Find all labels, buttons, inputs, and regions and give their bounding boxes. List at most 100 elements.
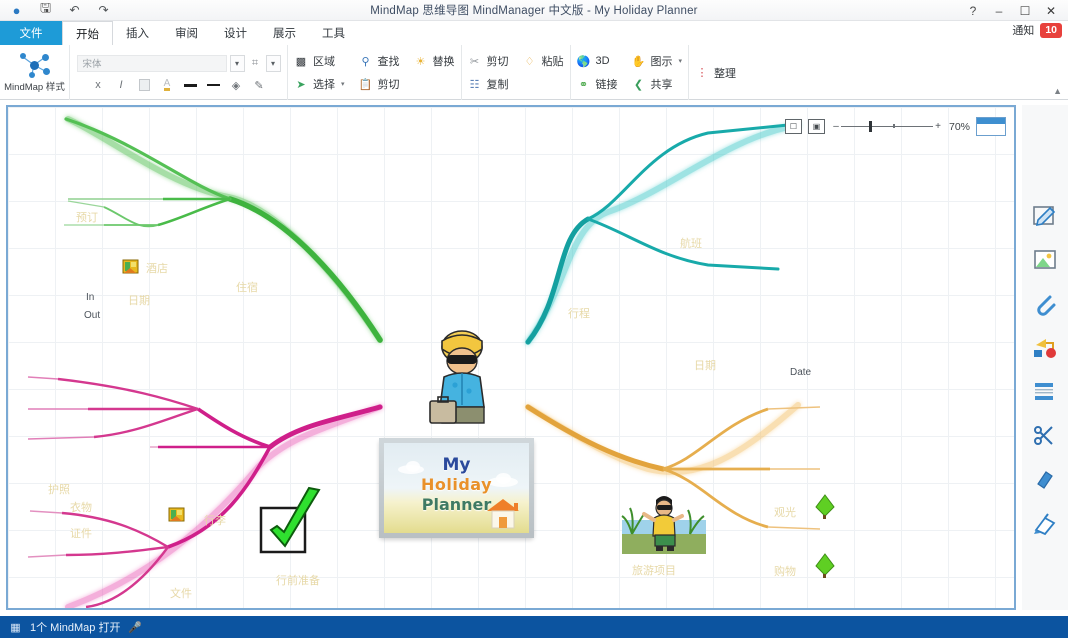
checkmark-icon[interactable] — [257, 486, 327, 556]
cmd-select[interactable]: ➤ 选择 ▾ — [294, 76, 344, 92]
sidebar-item-edit[interactable] — [1030, 203, 1060, 229]
share-icon: ❮ — [633, 78, 644, 91]
zoom-slider-track[interactable] — [840, 121, 933, 132]
mindmap-canvas[interactable]: 住宿 酒店 日期 In Out 预订 行程 航班 日期 Date 行前准备 行李… — [6, 105, 1016, 610]
microphone-icon[interactable]: 🎤 — [127, 620, 142, 634]
window-title: MindMap 思维导图 MindManager 中文版 - My Holida… — [370, 5, 698, 17]
ribbon-group-font: 宋体 ▾ ⌗ ▾ x I A ◈ ✎ — [70, 45, 288, 100]
font-name-input[interactable]: 宋体 — [76, 54, 227, 72]
node-label-orange-main[interactable]: 旅游项目 — [632, 562, 676, 578]
ribbon: MindMap 样式 宋体 ▾ ⌗ ▾ x I A ◈ ✎ ▩ 区域 ⚲ 查找 … — [0, 45, 1068, 100]
node-label-documents[interactable]: 证件 — [70, 525, 92, 541]
node-label-teal-date[interactable]: 日期 — [694, 357, 716, 373]
tab-present[interactable]: 展示 — [260, 21, 309, 45]
tree-icon[interactable] — [814, 553, 836, 579]
minimize-button[interactable]: – — [986, 1, 1012, 20]
arrange-icon: ⋮ — [696, 67, 708, 79]
undo-icon[interactable]: ↶ — [66, 3, 83, 18]
node-label-passport[interactable]: 护照 — [48, 481, 70, 497]
center-node[interactable]: My Holiday Planner — [379, 438, 534, 538]
app-icon[interactable]: ● — [8, 3, 25, 18]
sidebar-item-cut[interactable] — [1030, 423, 1060, 449]
node-label-files[interactable]: 文件 — [170, 585, 192, 601]
fill-color-button[interactable] — [134, 76, 155, 95]
cmd-copy[interactable]: ☷ 复制 — [468, 76, 509, 92]
node-label-luggage[interactable]: 行李 — [204, 512, 226, 528]
cmd-link[interactable]: ⚭ 链接 — [577, 76, 618, 92]
mindmap-style-icon[interactable] — [15, 52, 55, 78]
cmd-region[interactable]: ▩ 区域 — [294, 53, 345, 69]
traveler-icon[interactable] — [422, 323, 502, 427]
line-thin-button[interactable] — [203, 76, 224, 95]
sidebar-item-image[interactable] — [1030, 247, 1060, 273]
bold-button[interactable]: x — [88, 76, 109, 95]
cmd-find[interactable]: ⚲ 查找 — [359, 53, 399, 69]
zoom-slider[interactable]: – + — [831, 121, 943, 132]
font-size-stepper[interactable]: ▾ — [229, 54, 245, 72]
format-painter-button[interactable]: ✎ — [249, 76, 270, 95]
notification-area[interactable]: 通知 10 — [1012, 22, 1062, 38]
sidebar-item-attach[interactable] — [1030, 291, 1060, 317]
zoom-in-button[interactable]: + — [933, 121, 943, 132]
italic-button[interactable]: I — [111, 76, 132, 95]
cmd-clipboard[interactable]: 📋 剪切 — [359, 76, 400, 92]
cmd-3d[interactable]: 🌎 3D — [577, 54, 618, 68]
beach-person-icon[interactable] — [620, 490, 708, 556]
tab-file[interactable]: 文件 — [0, 21, 62, 45]
tab-review[interactable]: 审阅 — [162, 21, 211, 45]
view-mode-icon — [977, 118, 1005, 124]
cmd-paste-label: 粘贴 — [541, 56, 564, 68]
cmd-share[interactable]: ❮ 共享 — [632, 76, 683, 92]
zoom-slider-thumb[interactable] — [868, 121, 872, 132]
node-label-booking[interactable]: 预订 — [76, 209, 98, 225]
node-label-hotel[interactable]: 酒店 — [146, 260, 168, 276]
zoom-out-button[interactable]: – — [831, 121, 841, 132]
font-size-box[interactable]: ⌗ — [248, 55, 263, 72]
redo-icon[interactable]: ↷ — [95, 3, 112, 18]
sidebar-item-marker[interactable] — [1030, 335, 1060, 361]
sidebar-item-eraser[interactable] — [1030, 467, 1060, 493]
node-label-flight[interactable]: 航班 — [680, 235, 702, 251]
view-mode-button[interactable] — [976, 117, 1006, 136]
node-label-shopping[interactable]: 购物 — [774, 563, 796, 579]
fit-page-icon[interactable]: ☐ — [784, 119, 802, 134]
sidebar-item-paint[interactable] — [1030, 511, 1060, 537]
help-button[interactable]: ? — [960, 1, 986, 20]
cmd-paste[interactable]: ♢ 粘贴 — [523, 53, 564, 69]
tab-insert[interactable]: 插入 — [113, 21, 162, 45]
node-label-green-dates[interactable]: 日期 — [128, 292, 150, 308]
save-icon[interactable]: 🖫 — [37, 0, 54, 18]
branch-orange — [525, 402, 801, 475]
sidebar-item-outline[interactable] — [1030, 379, 1060, 405]
tree-icon[interactable] — [814, 494, 836, 520]
node-label-teal-main[interactable]: 行程 — [568, 305, 590, 321]
cmd-diagram[interactable]: ✋ 图示 ▾ — [632, 53, 682, 69]
tab-design[interactable]: 设计 — [211, 21, 260, 45]
maximize-button[interactable]: ☐ — [1012, 1, 1038, 20]
tab-tools[interactable]: 工具 — [309, 21, 358, 45]
cmd-cut[interactable]: ✂ 剪切 — [468, 53, 509, 69]
cmd-replace[interactable]: ☀ 替换 — [414, 53, 455, 69]
ribbon-group-clipboard: ✂ 剪切 ♢ 粘贴 ☷ 复制 — [462, 45, 571, 100]
node-label-out[interactable]: Out — [84, 310, 100, 321]
highlight-button[interactable]: A — [157, 76, 178, 95]
node-label-in[interactable]: In — [86, 292, 94, 303]
actual-size-icon[interactable]: ▣ — [807, 119, 825, 134]
node-label-green-main[interactable]: 住宿 — [236, 279, 258, 295]
ribbon-collapse-icon[interactable]: ▲ — [1053, 86, 1062, 96]
line-thick-button[interactable] — [180, 76, 201, 95]
node-label-sightseeing[interactable]: 观光 — [774, 504, 796, 520]
notification-badge[interactable]: 10 — [1040, 22, 1062, 38]
node-label-magenta-main[interactable]: 行前准备 — [276, 572, 320, 588]
note-icon[interactable] — [122, 259, 140, 275]
font-color-picker[interactable]: ▾ — [265, 54, 281, 72]
node-label-date-value[interactable]: Date — [790, 367, 811, 378]
close-button[interactable]: ✕ — [1038, 1, 1064, 20]
brush-button[interactable]: ◈ — [226, 76, 247, 95]
cmd-region-label: 区域 — [313, 56, 335, 68]
cmd-arrange[interactable]: ⋮ 整理 — [695, 65, 737, 81]
tab-home[interactable]: 开始 — [62, 21, 113, 45]
note-icon[interactable] — [168, 507, 186, 523]
window-icon[interactable]: ▦ — [8, 620, 23, 634]
node-label-clothes[interactable]: 衣物 — [70, 499, 92, 515]
